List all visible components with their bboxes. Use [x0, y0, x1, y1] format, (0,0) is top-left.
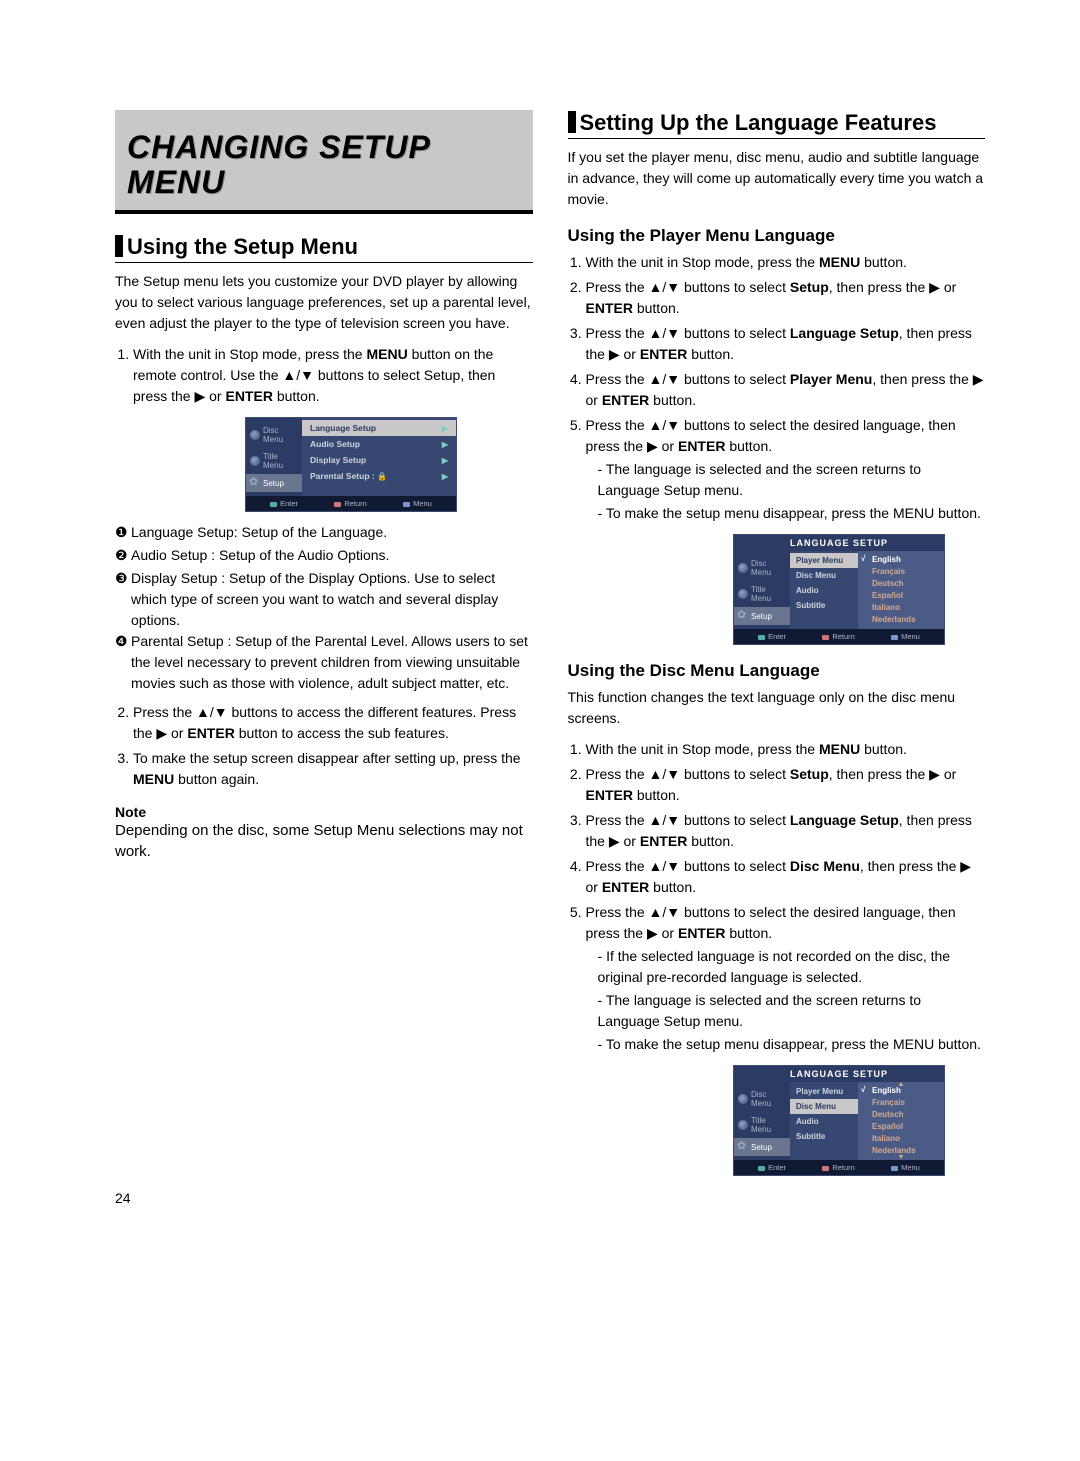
osd-footer: Enter Return Menu: [246, 496, 456, 511]
page-number: 24: [115, 1190, 131, 1206]
scroll-down-icon: ▼: [898, 1154, 905, 1161]
note-text: Depending on the disc, some Setup Menu s…: [115, 820, 533, 862]
right-arrow-icon: ▶: [442, 440, 448, 449]
osd-title: LANGUAGE SETUP: [734, 535, 944, 551]
osd-main-list: Language Setup▶ Audio Setup▶ Display Set…: [302, 418, 456, 496]
disc-intro: This function changes the text language …: [568, 687, 986, 729]
right-arrow-icon: ▶: [442, 472, 448, 481]
gear-icon: [738, 611, 748, 621]
right-arrow-icon: ▶: [442, 456, 448, 465]
osd-language-setup-disc: LANGUAGE SETUP Disc Menu Title Menu Setu…: [733, 1065, 945, 1176]
player-menu-steps: With the unit in Stop mode, press the ME…: [568, 252, 986, 524]
setup-steps-1: With the unit in Stop mode, press the ME…: [115, 344, 533, 407]
chapter-title: CHANGING SETUP MENU: [127, 130, 521, 200]
osd-setup-menu: Disc Menu Title Menu Setup Language Setu…: [245, 417, 457, 512]
section-language-features: Setting Up the Language Features: [568, 110, 986, 139]
subhead-disc-menu-lang: Using the Disc Menu Language: [568, 661, 986, 681]
osd-language-setup-player: LANGUAGE SETUP Disc Menu Title Menu Setu…: [733, 534, 945, 645]
osd-side-tabs: Disc Menu Title Menu Setup: [246, 418, 302, 496]
disc-icon: [738, 563, 748, 573]
intro-paragraph: The Setup menu lets you customize your D…: [115, 271, 533, 334]
right-arrow-icon: ▶: [442, 424, 448, 433]
disc-menu-steps: With the unit in Stop mode, press the ME…: [568, 739, 986, 1055]
chapter-heading-box: CHANGING SETUP MENU: [115, 110, 533, 214]
setup-steps-2: Press the ▲/▼ buttons to access the diff…: [115, 702, 533, 790]
disc-icon: [738, 589, 748, 599]
subhead-player-menu-lang: Using the Player Menu Language: [568, 226, 986, 246]
lang-intro: If you set the player menu, disc menu, a…: [568, 147, 986, 210]
disc-icon: [738, 1094, 748, 1104]
right-column: Setting Up the Language Features If you …: [568, 110, 986, 1186]
setup-definitions: ❶Language Setup: Setup of the Language. …: [115, 522, 533, 694]
section-using-setup-menu: Using the Setup Menu: [115, 234, 533, 263]
gear-icon: [250, 478, 260, 488]
disc-icon: [738, 1120, 748, 1130]
disc-icon: [250, 430, 260, 440]
lock-icon: 🔒: [377, 472, 387, 481]
gear-icon: [738, 1142, 748, 1152]
left-column: CHANGING SETUP MENU Using the Setup Menu…: [115, 110, 533, 1186]
disc-icon: [250, 456, 260, 466]
note-heading: Note: [115, 804, 533, 820]
